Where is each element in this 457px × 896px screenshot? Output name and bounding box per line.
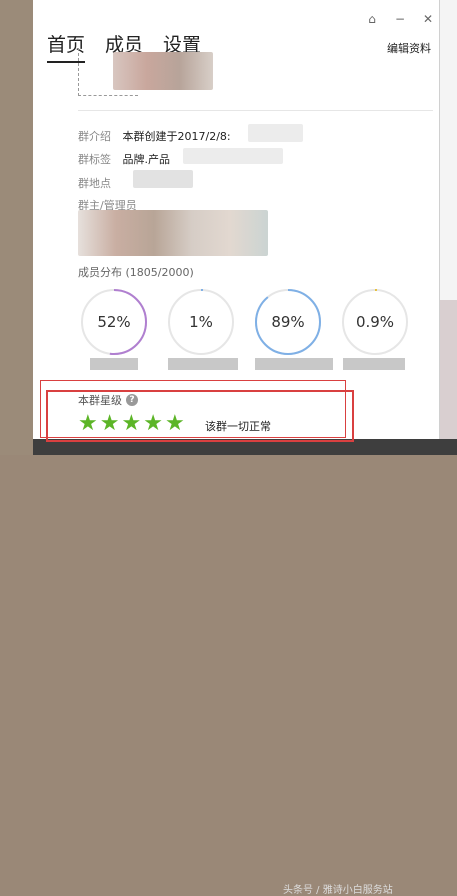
minimize-icon[interactable]: − bbox=[393, 12, 407, 26]
window-controls: ⌂ − ✕ bbox=[365, 12, 435, 26]
member-dist-label: 成员分布 bbox=[78, 266, 122, 279]
circle-value-1: 52% bbox=[97, 313, 131, 331]
home-icon[interactable]: ⌂ bbox=[365, 12, 379, 26]
blurred-label-1 bbox=[90, 358, 138, 370]
edit-profile-link[interactable]: 编辑资料 bbox=[387, 40, 431, 56]
highlight-box-inner bbox=[46, 390, 354, 442]
location-row: 群地点 bbox=[78, 175, 119, 191]
circle-chart-4: 0.9% bbox=[341, 288, 409, 356]
blurred-location bbox=[133, 170, 193, 188]
blurred-avatar bbox=[113, 52, 213, 90]
group-info-window: 首页 成员 设置 ⌂ − ✕ 编辑资料 群介绍 本群创建于2017/2/8: 群… bbox=[33, 0, 440, 439]
tags-row: 群标签 品牌.产品 bbox=[78, 151, 170, 167]
tags-value: 品牌.产品 bbox=[122, 153, 171, 166]
circle-chart-3: 89% bbox=[254, 288, 322, 356]
intro-row: 群介绍 本群创建于2017/2/8: bbox=[78, 128, 231, 144]
background-left bbox=[0, 0, 33, 455]
intro-value: 本群创建于2017/2/8: bbox=[122, 130, 231, 143]
circle-value-2: 1% bbox=[189, 313, 213, 331]
tags-label: 群标签 bbox=[78, 153, 111, 166]
blurred-intro bbox=[248, 124, 303, 142]
circle-value-4: 0.9% bbox=[355, 313, 395, 331]
close-icon[interactable]: ✕ bbox=[421, 12, 435, 26]
blurred-label-3 bbox=[255, 358, 333, 370]
circle-chart-2: 1% bbox=[167, 288, 235, 356]
section-divider bbox=[78, 110, 433, 111]
circle-chart-1: 52% bbox=[80, 288, 148, 356]
member-dist-count: (1805/2000) bbox=[125, 266, 194, 279]
background-right-bottom bbox=[440, 300, 457, 455]
blurred-label-2 bbox=[168, 358, 238, 370]
circle-value-3: 89% bbox=[271, 313, 305, 331]
member-dist-title: 成员分布 (1805/2000) bbox=[78, 264, 194, 280]
intro-label: 群介绍 bbox=[78, 130, 111, 143]
blurred-admins bbox=[78, 210, 268, 256]
watermark-text: 头条号 / 雅诗小白服务站 bbox=[283, 885, 393, 896]
blurred-label-4 bbox=[343, 358, 405, 370]
location-label: 群地点 bbox=[78, 177, 111, 190]
blurred-tags bbox=[183, 148, 283, 164]
